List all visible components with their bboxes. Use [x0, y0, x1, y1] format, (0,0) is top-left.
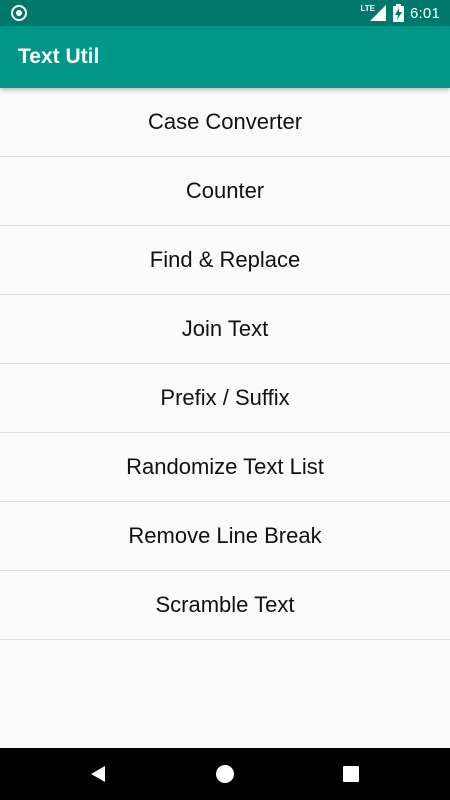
list-item-prefix-suffix[interactable]: Prefix / Suffix: [0, 364, 450, 433]
battery-charging-icon: [393, 4, 404, 22]
recents-button[interactable]: [321, 748, 381, 800]
list-item-scramble-text[interactable]: Scramble Text: [0, 571, 450, 640]
circle-notification-icon: [11, 5, 27, 21]
home-button[interactable]: [195, 748, 255, 800]
clock: 6:01: [410, 4, 440, 22]
list-item-case-converter[interactable]: Case Converter: [0, 88, 450, 157]
home-icon: [216, 765, 234, 783]
status-bar: LTE 6:01: [0, 0, 450, 26]
app-bar: Text Util: [0, 26, 450, 88]
recents-icon: [343, 766, 359, 782]
list-item-randomize-text-list[interactable]: Randomize Text List: [0, 433, 450, 502]
tool-list: Case Converter Counter Find & Replace Jo…: [0, 88, 450, 640]
list-item-counter[interactable]: Counter: [0, 157, 450, 226]
app-title: Text Util: [18, 45, 100, 68]
list-item-find-replace[interactable]: Find & Replace: [0, 226, 450, 295]
back-icon: [91, 766, 105, 782]
list-item-remove-line-break[interactable]: Remove Line Break: [0, 502, 450, 571]
list-item-join-text[interactable]: Join Text: [0, 295, 450, 364]
navigation-bar: [0, 748, 450, 800]
network-type-label: LTE: [360, 3, 375, 13]
status-indicators: LTE 6:01: [360, 0, 440, 26]
back-button[interactable]: [68, 748, 128, 800]
